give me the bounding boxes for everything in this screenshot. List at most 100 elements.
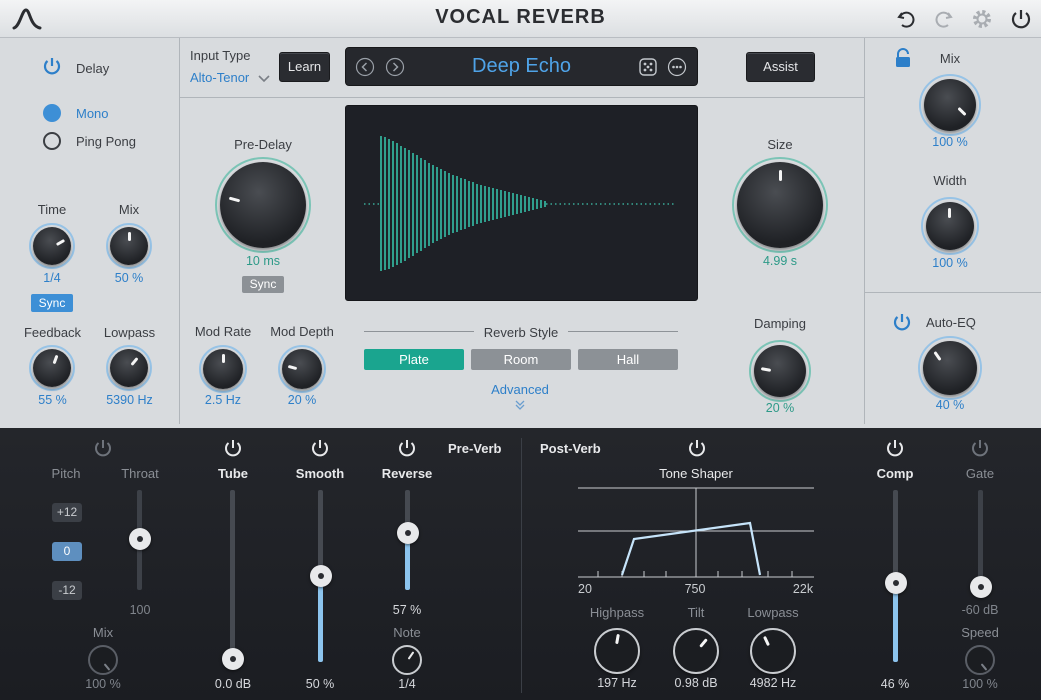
speed-label: Speed — [961, 625, 999, 640]
undo-icon[interactable] — [896, 8, 918, 35]
mod-depth-knob[interactable] — [282, 349, 322, 389]
chevron-down-icon[interactable] — [258, 71, 270, 89]
tube-label: Tube — [217, 466, 249, 481]
assist-button[interactable]: Assist — [746, 52, 815, 82]
power-icon[interactable] — [1009, 7, 1033, 36]
style-plate-button[interactable]: Plate — [364, 349, 464, 370]
width-value: 100 % — [932, 256, 968, 270]
preset-name[interactable]: Deep Echo — [420, 55, 623, 78]
smooth-power-icon[interactable] — [310, 438, 330, 458]
master-mix-knob[interactable] — [924, 79, 976, 131]
settings-icon[interactable] — [970, 7, 994, 36]
mod-rate-value: 2.5 Hz — [204, 393, 242, 407]
master-mix-label: Mix — [939, 51, 961, 66]
gate-slider-track[interactable] — [978, 490, 983, 590]
tone-shaper-graph[interactable] — [578, 487, 814, 588]
divider — [865, 292, 1041, 293]
reverse-power-icon[interactable] — [397, 438, 417, 458]
post-lowpass-value: 4982 Hz — [749, 676, 797, 690]
pre-delay-knob[interactable] — [220, 162, 306, 248]
highpass-value: 197 Hz — [597, 676, 637, 690]
reverse-slider-thumb[interactable] — [397, 522, 419, 544]
divider — [568, 331, 678, 332]
tube-power-icon[interactable] — [223, 438, 243, 458]
delay-power-icon[interactable] — [42, 56, 62, 81]
pre-delay-label: Pre-Delay — [234, 137, 292, 152]
smooth-slider-thumb[interactable] — [310, 565, 332, 587]
tone-axis-750: 750 — [684, 582, 706, 596]
pre-delay-value: 10 ms — [245, 254, 281, 268]
input-type-label: Input Type — [190, 48, 251, 63]
auto-eq-knob[interactable] — [923, 341, 977, 395]
next-preset-icon[interactable] — [385, 57, 405, 82]
damping-label: Damping — [753, 316, 807, 331]
smooth-value: 50 % — [305, 677, 335, 691]
highpass-knob[interactable] — [594, 628, 640, 674]
width-knob[interactable] — [926, 202, 974, 250]
mono-label: Mono — [76, 106, 109, 121]
auto-eq-power-icon[interactable] — [892, 312, 912, 337]
delay-time-knob[interactable] — [33, 227, 71, 265]
delay-sync-button[interactable]: Sync — [31, 294, 73, 312]
feedback-knob[interactable] — [33, 349, 71, 387]
tube-slider-track[interactable] — [230, 490, 235, 660]
pre-delay-sync-button[interactable]: Sync — [242, 276, 284, 293]
gate-slider-thumb[interactable] — [970, 576, 992, 598]
mod-rate-label: Mod Rate — [194, 324, 252, 339]
pitch-plus12-button[interactable]: +12 — [52, 503, 82, 522]
tube-slider-thumb[interactable] — [222, 648, 244, 670]
pre-mix-knob[interactable] — [88, 645, 118, 675]
damping-knob[interactable] — [754, 345, 806, 397]
delay-time-label: Time — [37, 202, 67, 217]
redo-icon[interactable] — [932, 8, 954, 35]
style-hall-button[interactable]: Hall — [578, 349, 678, 370]
reverb-style-label: Reverb Style — [483, 325, 559, 340]
damping-value: 20 % — [765, 401, 795, 415]
advanced-link[interactable]: Advanced — [470, 382, 570, 397]
comp-power-icon[interactable] — [885, 438, 905, 458]
gate-power-icon[interactable] — [970, 438, 990, 458]
tilt-value: 0.98 dB — [674, 676, 718, 690]
ping-pong-label: Ping Pong — [76, 134, 136, 149]
post-verb-label: Post-Verb — [540, 441, 601, 456]
more-options-icon[interactable] — [667, 57, 687, 82]
delay-mix-knob[interactable] — [110, 227, 148, 265]
pre-mix-value: 100 % — [85, 677, 121, 691]
note-label: Note — [393, 625, 421, 640]
post-lowpass-knob[interactable] — [750, 628, 796, 674]
divider — [521, 438, 522, 693]
speed-value: 100 % — [962, 677, 998, 691]
tone-shaper-power-icon[interactable] — [687, 438, 707, 458]
mono-radio[interactable] — [43, 104, 61, 122]
pitch-label: Pitch — [51, 466, 81, 481]
divider — [180, 97, 864, 98]
delay-time-value: 1/4 — [43, 271, 61, 285]
pitch-minus12-button[interactable]: -12 — [52, 581, 82, 600]
learn-button[interactable]: Learn — [279, 52, 330, 82]
random-dice-icon[interactable] — [638, 57, 658, 82]
pitch-power-icon[interactable] — [93, 438, 113, 458]
note-knob[interactable] — [392, 645, 422, 675]
input-type-select[interactable]: Alto-Tenor — [190, 70, 249, 85]
delay-lowpass-knob[interactable] — [110, 349, 148, 387]
throat-slider-thumb[interactable] — [129, 528, 151, 550]
tilt-knob[interactable] — [673, 628, 719, 674]
double-chevron-down-icon[interactable] — [514, 398, 526, 416]
tone-axis-22k: 22k — [792, 582, 814, 596]
size-knob[interactable] — [737, 162, 823, 248]
smooth-slider-fill — [318, 575, 323, 662]
delay-lowpass-label: Lowpass — [103, 325, 156, 340]
pitch-zero-button[interactable]: 0 — [52, 542, 82, 561]
comp-slider-fill — [893, 584, 898, 662]
speed-knob[interactable] — [965, 645, 995, 675]
ping-pong-radio[interactable] — [43, 132, 61, 150]
master-mix-value: 100 % — [932, 135, 968, 149]
auto-eq-label: Auto-EQ — [926, 315, 976, 330]
comp-slider-track[interactable] — [893, 490, 898, 585]
throat-value: 100 — [129, 603, 151, 617]
smooth-slider-track[interactable] — [318, 490, 323, 575]
mod-rate-knob[interactable] — [203, 349, 243, 389]
comp-slider-thumb[interactable] — [885, 572, 907, 594]
style-room-button[interactable]: Room — [471, 349, 571, 370]
prev-preset-icon[interactable] — [355, 57, 375, 82]
